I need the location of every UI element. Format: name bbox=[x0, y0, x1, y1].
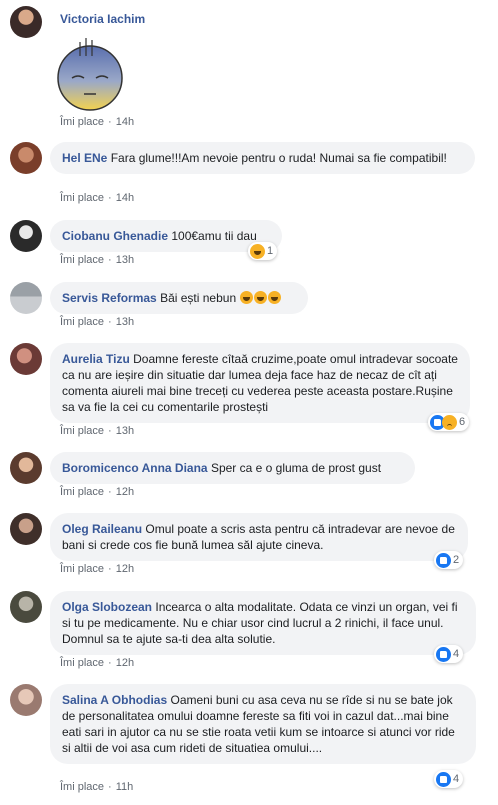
comment-meta: Îmi place · 12h bbox=[60, 657, 135, 669]
comment-author[interactable]: Salina A Obhodias bbox=[62, 693, 167, 707]
reaction-summary[interactable]: 2 bbox=[434, 551, 464, 569]
comment-meta: Îmi place · 11h bbox=[60, 781, 134, 793]
like-link[interactable]: Îmi place bbox=[60, 781, 104, 793]
avatar[interactable] bbox=[10, 591, 42, 623]
like-link[interactable]: Îmi place bbox=[60, 316, 104, 328]
comment-meta: Îmi place · 14h bbox=[60, 116, 135, 128]
avatar[interactable] bbox=[10, 282, 42, 314]
sticker-image bbox=[50, 34, 130, 114]
reaction-summary[interactable]: 1 bbox=[248, 242, 278, 260]
comment-meta: Îmi place · 12h bbox=[60, 563, 135, 575]
laughing-emoji-icon bbox=[254, 291, 268, 304]
reaction-count: 2 bbox=[453, 554, 460, 566]
like-icon bbox=[436, 646, 451, 662]
comment-bubble: Servis Reformas Băi ești nebun bbox=[50, 282, 308, 314]
comment-bubble: Olga Slobozean Incearca o alta modalitat… bbox=[50, 591, 476, 655]
reaction-summary[interactable]: 6 bbox=[428, 413, 470, 431]
comment-meta: Îmi place · 13h bbox=[60, 316, 135, 328]
comment-time[interactable]: 11h bbox=[116, 781, 134, 793]
sad-icon bbox=[442, 414, 457, 430]
comment-meta: Îmi place · 13h bbox=[60, 425, 135, 437]
comment-bubble: Aurelia Tizu Doamne fereste cîtaă cruzim… bbox=[50, 343, 470, 423]
comment-time[interactable]: 13h bbox=[116, 425, 134, 437]
comment-bubble: Hel ENe Fara glume!!!Am nevoie pentru o … bbox=[50, 142, 475, 174]
comment-time[interactable]: 14h bbox=[116, 116, 134, 128]
reaction-count: 4 bbox=[453, 648, 460, 660]
like-link[interactable]: Îmi place bbox=[60, 116, 104, 128]
laughing-emoji-icon bbox=[268, 291, 282, 304]
comment-text: 100€amu tii dau bbox=[171, 229, 257, 243]
reaction-count: 4 bbox=[453, 773, 460, 785]
like-link[interactable]: Îmi place bbox=[60, 425, 104, 437]
comment-time[interactable]: 14h bbox=[116, 192, 134, 204]
avatar[interactable] bbox=[10, 220, 42, 252]
comment-bubble: Salina A Obhodias Oameni buni cu asa cev… bbox=[50, 684, 476, 764]
laughing-emoji-icon bbox=[240, 291, 254, 304]
comment-author[interactable]: Oleg Raileanu bbox=[62, 522, 142, 536]
haha-icon bbox=[250, 243, 265, 259]
comment-bubble: Boromicenco Anna Diana Sper ca e o gluma… bbox=[50, 452, 415, 484]
avatar[interactable] bbox=[10, 6, 42, 38]
comment-author[interactable]: Olga Slobozean bbox=[62, 600, 152, 614]
like-link[interactable]: Îmi place bbox=[60, 192, 104, 204]
comment-author[interactable]: Boromicenco Anna Diana bbox=[62, 461, 208, 475]
reaction-count: 6 bbox=[459, 416, 466, 428]
like-link[interactable]: Îmi place bbox=[60, 657, 104, 669]
comment-author[interactable]: Victoria Iachim bbox=[60, 12, 145, 26]
comment-bubble: Oleg Raileanu Omul poate a scris asta pe… bbox=[50, 513, 468, 561]
comment-time[interactable]: 13h bbox=[116, 254, 134, 266]
comment-meta: Îmi place · 13h bbox=[60, 254, 135, 266]
reaction-summary[interactable]: 4 bbox=[434, 770, 464, 788]
like-icon bbox=[436, 771, 451, 787]
comment-text: Fara glume!!!Am nevoie pentru o ruda! Nu… bbox=[110, 151, 447, 165]
avatar[interactable] bbox=[10, 513, 42, 545]
avatar[interactable] bbox=[10, 684, 42, 716]
comment-text: Băi ești nebun bbox=[160, 291, 237, 305]
avatar[interactable] bbox=[10, 343, 42, 375]
comment-author[interactable]: Servis Reformas bbox=[62, 291, 157, 305]
like-link[interactable]: Îmi place bbox=[60, 254, 104, 266]
avatar[interactable] bbox=[10, 142, 42, 174]
comment-bubble: Ciobanu Ghenadie 100€amu tii dau bbox=[50, 220, 282, 252]
comment-time[interactable]: 12h bbox=[116, 657, 134, 669]
comment-author[interactable]: Hel ENe bbox=[62, 151, 107, 165]
like-link[interactable]: Îmi place bbox=[60, 486, 104, 498]
comment-text: Sper ca e o gluma de prost gust bbox=[210, 461, 382, 475]
reaction-summary[interactable]: 4 bbox=[434, 645, 464, 663]
comment-author[interactable]: Aurelia Tizu bbox=[62, 352, 130, 366]
comment-meta: Îmi place · 12h bbox=[60, 486, 135, 498]
comment-time[interactable]: 12h bbox=[116, 563, 134, 575]
comment-time[interactable]: 13h bbox=[116, 316, 134, 328]
avatar[interactable] bbox=[10, 452, 42, 484]
like-link[interactable]: Îmi place bbox=[60, 563, 104, 575]
comment-author[interactable]: Ciobanu Ghenadie bbox=[62, 229, 168, 243]
reaction-count: 1 bbox=[267, 245, 274, 257]
comment-meta: Îmi place · 14h bbox=[60, 192, 135, 204]
comment-time[interactable]: 12h bbox=[116, 486, 134, 498]
like-icon bbox=[436, 552, 451, 568]
